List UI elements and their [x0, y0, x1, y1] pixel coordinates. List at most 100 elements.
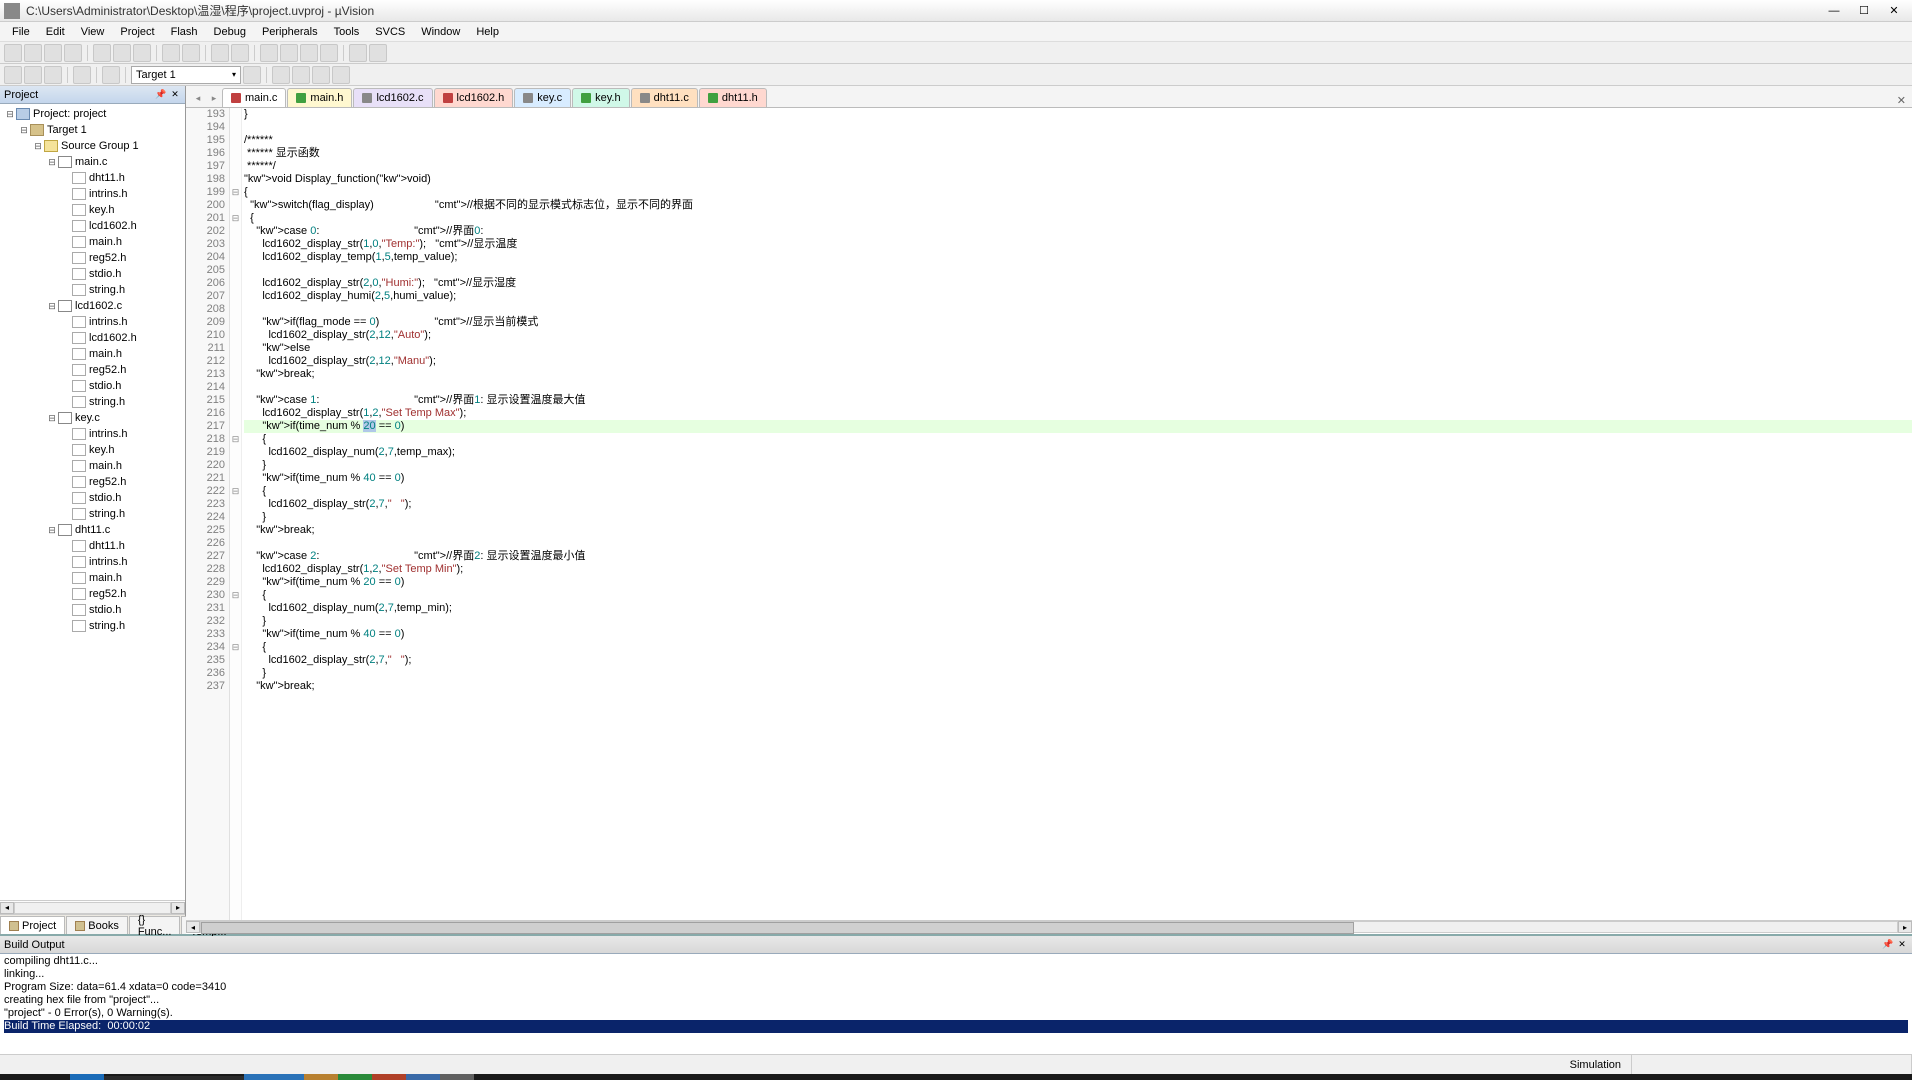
- code-line[interactable]: }: [244, 108, 1912, 121]
- code-line[interactable]: "kw">if(time_num % 40 == 0): [244, 472, 1912, 485]
- tree-header-reg52-h[interactable]: reg52.h: [0, 474, 185, 490]
- file-ext-button[interactable]: [292, 66, 310, 84]
- tree-header-stdio-h[interactable]: stdio.h: [0, 602, 185, 618]
- tab-close-button[interactable]: ✕: [1891, 94, 1912, 107]
- code-line[interactable]: "kw">void Display_function("kw">void): [244, 173, 1912, 186]
- nav-forward-button[interactable]: [231, 44, 249, 62]
- menu-flash[interactable]: Flash: [163, 26, 206, 38]
- file-tab-key-h[interactable]: key.h: [572, 88, 629, 107]
- code-line[interactable]: lcd1602_display_str(2,0,"Humi:"); "cmt">…: [244, 277, 1912, 290]
- tree-header-reg52-h[interactable]: reg52.h: [0, 586, 185, 602]
- start-button[interactable]: [2, 1074, 36, 1080]
- tree-target[interactable]: ⊟Target 1: [0, 122, 185, 138]
- editor-horizontal-scrollbar[interactable]: ◂ ▸: [186, 920, 1912, 934]
- file-tab-main-c[interactable]: main.c: [222, 88, 286, 107]
- taskbar-search-icon[interactable]: 🔍: [36, 1074, 70, 1080]
- code-line[interactable]: "kw">case 1: "cmt">//界面1: 显示设置温度最大值: [244, 394, 1912, 407]
- tree-header-lcd1602-h[interactable]: lcd1602.h: [0, 330, 185, 346]
- code-line[interactable]: "kw">case 0: "cmt">//界面0:: [244, 225, 1912, 238]
- tree-file-lcd1602-c[interactable]: ⊟lcd1602.c: [0, 298, 185, 314]
- code-line[interactable]: "kw">break;: [244, 368, 1912, 381]
- code-line[interactable]: lcd1602_display_str(1,0,"Temp:"); "cmt">…: [244, 238, 1912, 251]
- save-button[interactable]: [44, 44, 62, 62]
- menu-debug[interactable]: Debug: [206, 26, 254, 38]
- project-horizontal-scrollbar[interactable]: ◂ ▸: [0, 900, 185, 914]
- save-all-button[interactable]: [64, 44, 82, 62]
- code-line[interactable]: }: [244, 511, 1912, 524]
- expand-icon[interactable]: ⊟: [46, 157, 58, 168]
- tree-header-stdio-h[interactable]: stdio.h: [0, 378, 185, 394]
- expand-icon[interactable]: ⊟: [18, 125, 30, 136]
- code-line[interactable]: "kw">if(time_num % 40 == 0): [244, 628, 1912, 641]
- tree-header-main-h[interactable]: main.h: [0, 570, 185, 586]
- scroll-track[interactable]: [14, 902, 171, 914]
- close-button[interactable]: ✕: [1880, 2, 1908, 20]
- code-line[interactable]: [244, 264, 1912, 277]
- file-tab-lcd1602-c[interactable]: lcd1602.c: [353, 88, 432, 107]
- menu-tools[interactable]: Tools: [326, 26, 368, 38]
- code-line[interactable]: {: [244, 186, 1912, 199]
- tree-header-main-h[interactable]: main.h: [0, 458, 185, 474]
- indent-button[interactable]: [349, 44, 367, 62]
- tree-project-root[interactable]: ⊟Project: project: [0, 106, 185, 122]
- minimize-button[interactable]: —: [1820, 2, 1848, 20]
- taskbar-app-explorer[interactable]: 📁: [304, 1074, 338, 1080]
- tree-header-key-h[interactable]: key.h: [0, 442, 185, 458]
- file-tab-key-c[interactable]: key.c: [514, 88, 571, 107]
- menu-project[interactable]: Project: [112, 26, 162, 38]
- tab-nav-left[interactable]: ◂: [190, 89, 206, 107]
- code-line[interactable]: "kw">switch(flag_display) "cmt">//根据不同的显…: [244, 199, 1912, 212]
- code-line[interactable]: /******: [244, 134, 1912, 147]
- download-button[interactable]: [102, 66, 120, 84]
- code-line[interactable]: "kw">if(time_num % 20 == 0): [244, 576, 1912, 589]
- tree-header-string-h[interactable]: string.h: [0, 394, 185, 410]
- open-file-button[interactable]: [24, 44, 42, 62]
- target-combo[interactable]: Target 1 ▾: [131, 66, 241, 84]
- tab-books[interactable]: Books: [66, 916, 128, 934]
- bookmark-prev-button[interactable]: [280, 44, 298, 62]
- manage-env-button[interactable]: [312, 66, 330, 84]
- code-line[interactable]: "kw">if(flag_mode == 0) "cmt">//显示当前模式: [244, 316, 1912, 329]
- code-line[interactable]: "kw">break;: [244, 524, 1912, 537]
- tree-header-key-h[interactable]: key.h: [0, 202, 185, 218]
- paste-button[interactable]: [133, 44, 151, 62]
- file-tab-dht11-h[interactable]: dht11.h: [699, 88, 767, 107]
- translate-button[interactable]: [4, 66, 22, 84]
- code-line[interactable]: lcd1602_display_str(2,7," ");: [244, 654, 1912, 667]
- code-line[interactable]: ******/: [244, 160, 1912, 173]
- taskbar-app-other[interactable]: W: [440, 1074, 474, 1080]
- options-button[interactable]: [243, 66, 261, 84]
- code-line[interactable]: lcd1602_display_humi(2,5,humi_value);: [244, 290, 1912, 303]
- code-line[interactable]: }: [244, 459, 1912, 472]
- build-button[interactable]: [24, 66, 42, 84]
- menu-help[interactable]: Help: [468, 26, 507, 38]
- tree-file-dht11-c[interactable]: ⊟dht11.c: [0, 522, 185, 538]
- code-line[interactable]: "kw">break;: [244, 680, 1912, 693]
- tree-header-main-h[interactable]: main.h: [0, 234, 185, 250]
- expand-icon[interactable]: ⊟: [4, 109, 16, 120]
- tree-header-dht11-h[interactable]: dht11.h: [0, 170, 185, 186]
- code-line[interactable]: lcd1602_display_temp(1,5,temp_value);: [244, 251, 1912, 264]
- bookmark-next-button[interactable]: [300, 44, 318, 62]
- code-line[interactable]: lcd1602_display_str(2,12,"Manu");: [244, 355, 1912, 368]
- expand-icon[interactable]: ⊟: [46, 413, 58, 424]
- code-line[interactable]: lcd1602_display_str(1,2,"Set Temp Max");: [244, 407, 1912, 420]
- menu-peripherals[interactable]: Peripherals: [254, 26, 326, 38]
- bookmark-clear-button[interactable]: [320, 44, 338, 62]
- scroll-right-icon[interactable]: ▸: [171, 902, 185, 914]
- taskbar-app-uvision[interactable]: µ: [406, 1074, 440, 1080]
- code-line[interactable]: "kw">else: [244, 342, 1912, 355]
- menu-edit[interactable]: Edit: [38, 26, 73, 38]
- tree-header-dht11-h[interactable]: dht11.h: [0, 538, 185, 554]
- code-line[interactable]: "kw">if(time_num % 20 == 0): [244, 420, 1912, 433]
- file-tab-dht11-c[interactable]: dht11.c: [631, 88, 698, 107]
- tree-header-reg52-h[interactable]: reg52.h: [0, 362, 185, 378]
- build-output-body[interactable]: compiling dht11.c...linking...Program Si…: [0, 954, 1912, 1054]
- menu-window[interactable]: Window: [413, 26, 468, 38]
- menu-view[interactable]: View: [73, 26, 113, 38]
- bookmark-button[interactable]: [260, 44, 278, 62]
- tree-header-stdio-h[interactable]: stdio.h: [0, 490, 185, 506]
- tree-header-main-h[interactable]: main.h: [0, 346, 185, 362]
- scroll-right-icon[interactable]: ▸: [1898, 921, 1912, 933]
- manage-books-button[interactable]: [272, 66, 290, 84]
